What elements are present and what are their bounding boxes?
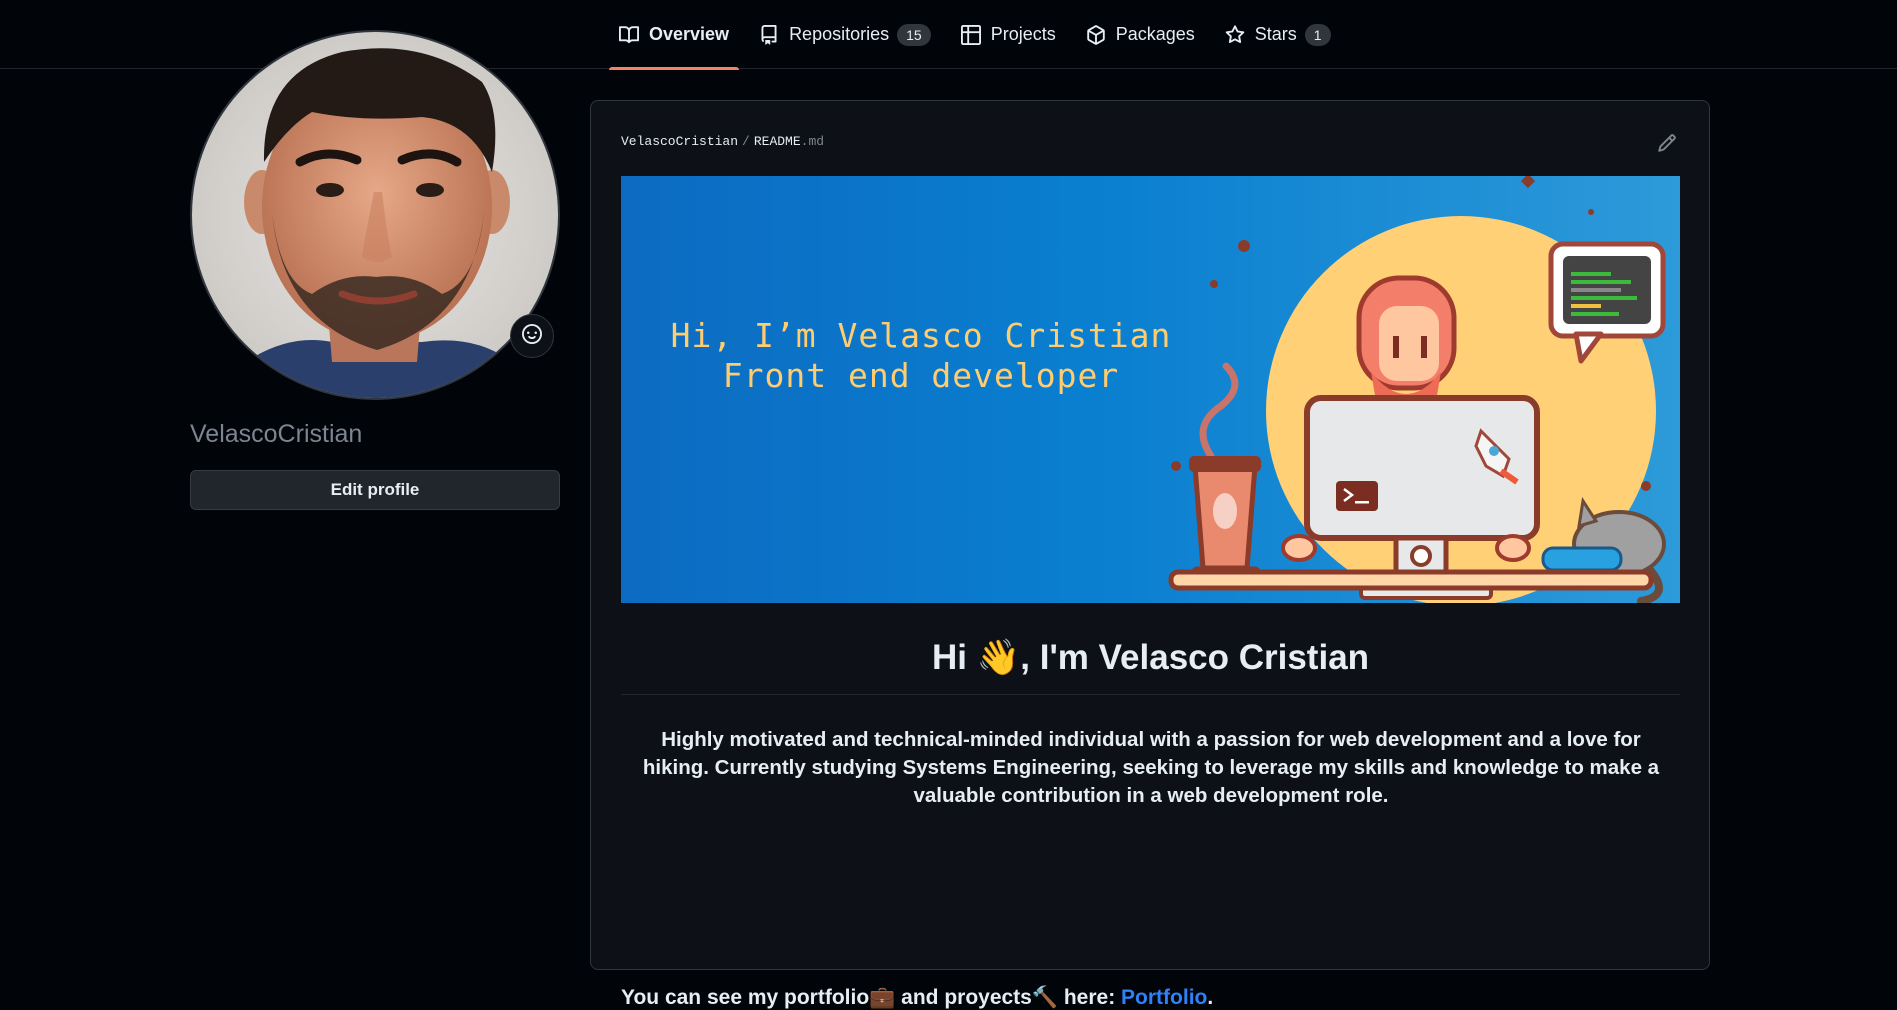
readme-card: VelascoCristian / README.md Hi, I’m Velasc… xyxy=(590,100,1710,1009)
heading-prefix: Hi xyxy=(931,638,977,677)
readme-file-ext: .md xyxy=(800,134,825,149)
profile-tabs: Overview Repositories 15 Projects Packag… xyxy=(609,0,1341,70)
hammer-icon: 🔨 xyxy=(1031,985,1059,1009)
tab-packages-label: Packages xyxy=(1115,24,1195,44)
tab-projects-label: Projects xyxy=(990,24,1056,44)
pencil-icon[interactable] xyxy=(1657,133,1679,155)
tab-repositories[interactable]: Repositories 15 xyxy=(749,0,941,69)
avatar[interactable] xyxy=(190,30,560,400)
tab-packages[interactable]: Packages xyxy=(1076,0,1205,69)
readme-heading: Hi 👋, I'm Velasco Cristian xyxy=(621,637,1680,678)
developer-illustration xyxy=(1168,176,1666,603)
stars-count-badge: 1 xyxy=(1304,23,1331,46)
star-icon xyxy=(1225,24,1245,45)
portfolio-end: . xyxy=(1207,986,1214,1009)
portfolio-paragraph: You can see my portfolio💼 and proyects🔨 … xyxy=(621,985,1213,1010)
portfolio-link[interactable]: Portfolio xyxy=(1121,986,1207,1009)
readme-owner-link[interactable]: VelascoCristian xyxy=(621,134,738,149)
portfolio-text-2: and proyects xyxy=(895,986,1032,1009)
tab-stars[interactable]: Stars 1 xyxy=(1215,0,1341,69)
profile-avatar-container xyxy=(190,30,560,400)
set-status-button[interactable] xyxy=(510,314,554,358)
smiley-icon xyxy=(522,323,542,349)
table-icon xyxy=(960,24,981,45)
edit-profile-button[interactable]: Edit profile xyxy=(190,470,560,510)
portfolio-text-1: You can see my portfolio xyxy=(621,986,870,1009)
waving-hand-icon: 👋 xyxy=(976,638,1021,678)
profile-username: VelascoCristian xyxy=(190,420,363,448)
readme-banner-image: Hi, I’m Velasco Cristian Front end devel… xyxy=(621,176,1680,603)
repositories-count-badge: 15 xyxy=(897,23,931,46)
package-icon xyxy=(1086,24,1106,45)
portfolio-text-3: here: xyxy=(1058,986,1122,1009)
readme-breadcrumb: VelascoCristian / README.md xyxy=(621,134,824,149)
tab-stars-label: Stars xyxy=(1254,24,1297,44)
tab-projects[interactable]: Projects xyxy=(951,0,1066,69)
heading-divider xyxy=(621,694,1680,695)
breadcrumb-separator: / xyxy=(742,134,750,149)
briefcase-icon: 💼 xyxy=(869,985,896,1009)
readme-intro-paragraph: Highly motivated and technical-minded in… xyxy=(642,728,1660,807)
tab-overview-label: Overview xyxy=(649,24,730,44)
repo-icon xyxy=(759,24,779,45)
readme-file-link[interactable]: README.md xyxy=(754,134,824,149)
readme-file-name: README xyxy=(753,134,801,149)
heading-suffix: , I'm Velasco Cristian xyxy=(1020,638,1370,677)
tab-repositories-label: Repositories xyxy=(789,24,890,44)
book-icon xyxy=(619,25,639,45)
tab-overview[interactable]: Overview xyxy=(609,0,740,70)
